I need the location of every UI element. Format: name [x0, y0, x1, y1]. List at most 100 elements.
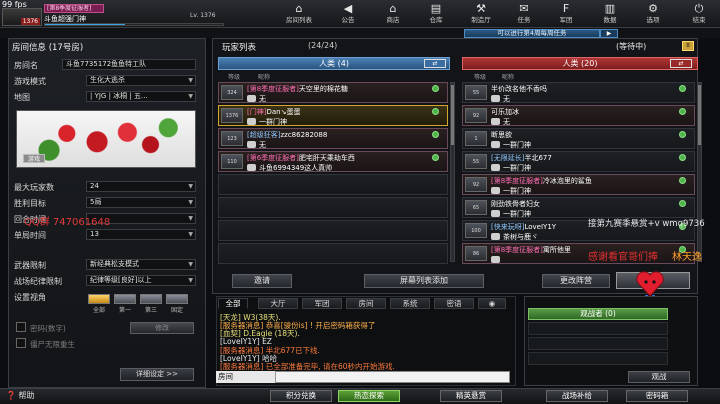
- player-slot[interactable]: 110 [第6季度征服者]肥宅肝天乘劫车西 斗鱼6994349这人真帅: [218, 151, 448, 172]
- view-label: 设置视角: [14, 293, 46, 302]
- player-clan-name: 一群门神: [503, 141, 531, 149]
- team-blue-header: 人类 (4): [218, 57, 450, 70]
- player-clan-name: 无: [259, 141, 266, 149]
- elite-bounty-button[interactable]: 精英悬赏: [440, 390, 502, 402]
- battlefield-supply-button[interactable]: 战场补给: [546, 390, 608, 402]
- max-players-label: 最大玩家数: [14, 183, 54, 192]
- ready-status-icon: [679, 177, 686, 184]
- player-slot[interactable]: 1 断思欲一群门神: [462, 128, 695, 149]
- weekly-task-expand-icon[interactable]: ▶: [600, 29, 618, 38]
- player-title-tag: [第8季度征服者]: [247, 85, 299, 93]
- chat-tab-system[interactable]: 系统: [390, 298, 430, 309]
- view-caption-all: 全部: [92, 307, 105, 314]
- weapon-limit-select[interactable]: 新经典松支模式: [86, 259, 196, 270]
- player-name: 半价改名他不香吗: [491, 85, 547, 93]
- respawn-checkbox[interactable]: [16, 338, 26, 348]
- nav-task[interactable]: ✉ 任务: [507, 2, 541, 26]
- team-red-swap-icon[interactable]: ⇄: [670, 59, 692, 68]
- player-slot[interactable]: [218, 174, 448, 195]
- nav-options[interactable]: ⚙ 选项: [636, 2, 670, 26]
- rank-badge-icon: 92: [465, 108, 487, 123]
- nav-legion[interactable]: F 军团: [549, 2, 583, 26]
- player-slot[interactable]: 324 [第8季度征服者]天空里的棉花糖无: [218, 82, 448, 103]
- view-option-fixed[interactable]: [166, 294, 188, 304]
- ready-status-icon: [679, 131, 686, 138]
- chat-tab-legion[interactable]: 军团: [302, 298, 342, 309]
- player-slot[interactable]: 92 [第8季度征服者]冷冰泡里的鲨鱼 一群门神: [462, 174, 695, 195]
- help-button[interactable]: ❓ 帮助: [6, 390, 35, 401]
- player-slot[interactable]: 92 可乐加冰无: [462, 105, 695, 126]
- player-slot[interactable]: [218, 220, 448, 241]
- blue-scrollbar[interactable]: [450, 82, 455, 262]
- rank-badge-icon: 324: [221, 85, 243, 100]
- win-target-select[interactable]: 5局: [86, 197, 196, 208]
- nav-announcement[interactable]: ◀ 公告: [331, 2, 365, 26]
- pause-icon[interactable]: II: [682, 41, 694, 51]
- rank-badge-icon: 1: [465, 131, 487, 146]
- red-scrollbar[interactable]: [697, 82, 702, 262]
- chat-tab-lobby[interactable]: 大厅: [258, 298, 298, 309]
- nav-room-list[interactable]: ⌂ 房间列表: [282, 2, 316, 26]
- player-slot[interactable]: 123 [超级狂客]zzc86282088 无: [218, 128, 448, 149]
- player-slot[interactable]: 86 [第8季度征服者]寓所他里: [462, 243, 695, 264]
- spectator-slot: [528, 337, 668, 350]
- player-name-line: [第8季度征服者]冷冰泡里的鲨鱼: [491, 176, 592, 186]
- player-name: 断思欲: [491, 131, 512, 139]
- team-blue-swap-icon[interactable]: ⇄: [424, 59, 446, 68]
- change-team-button[interactable]: 更改阵营: [542, 274, 610, 288]
- invite-button[interactable]: 邀请: [232, 274, 292, 288]
- spectator-slot: [528, 352, 668, 365]
- map-select[interactable]: | YJG | 冰桐 | 五...: [86, 91, 196, 102]
- player-clan-name: 茶树与鹿ヾ: [503, 233, 538, 241]
- view-option-third[interactable]: [140, 294, 162, 304]
- rank-badge-icon: 1376: [221, 108, 243, 123]
- map-label: 地图: [14, 93, 30, 102]
- player-clan-icon: [491, 187, 500, 194]
- chat-settings-icon[interactable]: ◉: [478, 298, 506, 309]
- nav-data[interactable]: ▥ 数据: [593, 2, 627, 26]
- player-slot[interactable]: 1376 [门神]Dan↘蛋蛋 一群门神: [218, 105, 448, 126]
- add-room-list-button[interactable]: 屏幕列表添加: [364, 274, 484, 288]
- player-slot[interactable]: [218, 243, 448, 264]
- spectator-header: 观战者 (0): [528, 308, 668, 320]
- player-name-line: [无限延长]半北677: [491, 153, 552, 163]
- password-checkbox[interactable]: [16, 322, 26, 332]
- player-slot[interactable]: 55 [无限延长]半北677 一群门神: [462, 151, 695, 172]
- options-icon: ⚙: [648, 2, 658, 15]
- detail-settings-button[interactable]: 详细设定 >>: [120, 368, 194, 381]
- hot-explore-button[interactable]: 热恋探索: [338, 390, 400, 402]
- max-players-select[interactable]: 24: [86, 181, 196, 192]
- points-exchange-button[interactable]: 积分兑换: [270, 390, 332, 402]
- chat-tab-all[interactable]: 全部: [218, 298, 248, 309]
- player-slot[interactable]: 65 刚劲铁骨者妇女 一群门神: [462, 197, 695, 218]
- nav-shop[interactable]: ⌂ 商店: [376, 2, 410, 26]
- player-name-line: 半价改名他不香吗: [491, 84, 547, 94]
- discipline-label: 战场纪律限制: [14, 277, 62, 286]
- room-name-field[interactable]: 斗鱼7735172鱼鱼特工队: [62, 59, 196, 70]
- password-label: 密码(数字): [30, 324, 66, 333]
- rank-badge-icon: 100: [465, 223, 487, 238]
- player-slot[interactable]: [218, 197, 448, 218]
- chat-channel-select[interactable]: 房间: [216, 371, 276, 383]
- nav-warehouse[interactable]: ▤ 仓库: [419, 2, 453, 26]
- weekly-task-banner[interactable]: 可以进行第4周每周任务: [464, 29, 600, 38]
- view-option-all[interactable]: [88, 294, 110, 304]
- player-season-tag: [第8季度征服者]: [44, 4, 104, 13]
- discipline-select[interactable]: 纪律等级[良好]以上: [86, 275, 196, 286]
- nav-workshop[interactable]: ⚒ 制造厅: [464, 2, 498, 26]
- ready-status-icon: [432, 154, 439, 161]
- rank-badge-icon: 86: [465, 246, 487, 261]
- player-slot[interactable]: 55 半价改名他不香吗无: [462, 82, 695, 103]
- spectate-button[interactable]: 观战: [628, 371, 690, 383]
- round-time-select[interactable]: 13: [86, 229, 196, 240]
- team-red-header: 人类 (20): [462, 57, 698, 70]
- chat-tab-whisper[interactable]: 密语: [434, 298, 474, 309]
- password-box-button[interactable]: 密码箱: [626, 390, 688, 402]
- factory-icon: ⚒: [476, 2, 486, 15]
- player-name: 半北677: [524, 154, 552, 162]
- modify-button[interactable]: 修改: [130, 322, 194, 334]
- game-mode-select[interactable]: 生化大逃杀: [86, 75, 196, 86]
- nav-exit[interactable]: ⏻ 结束: [682, 2, 716, 26]
- view-option-first[interactable]: [114, 294, 136, 304]
- chat-tab-room[interactable]: 房间: [346, 298, 386, 309]
